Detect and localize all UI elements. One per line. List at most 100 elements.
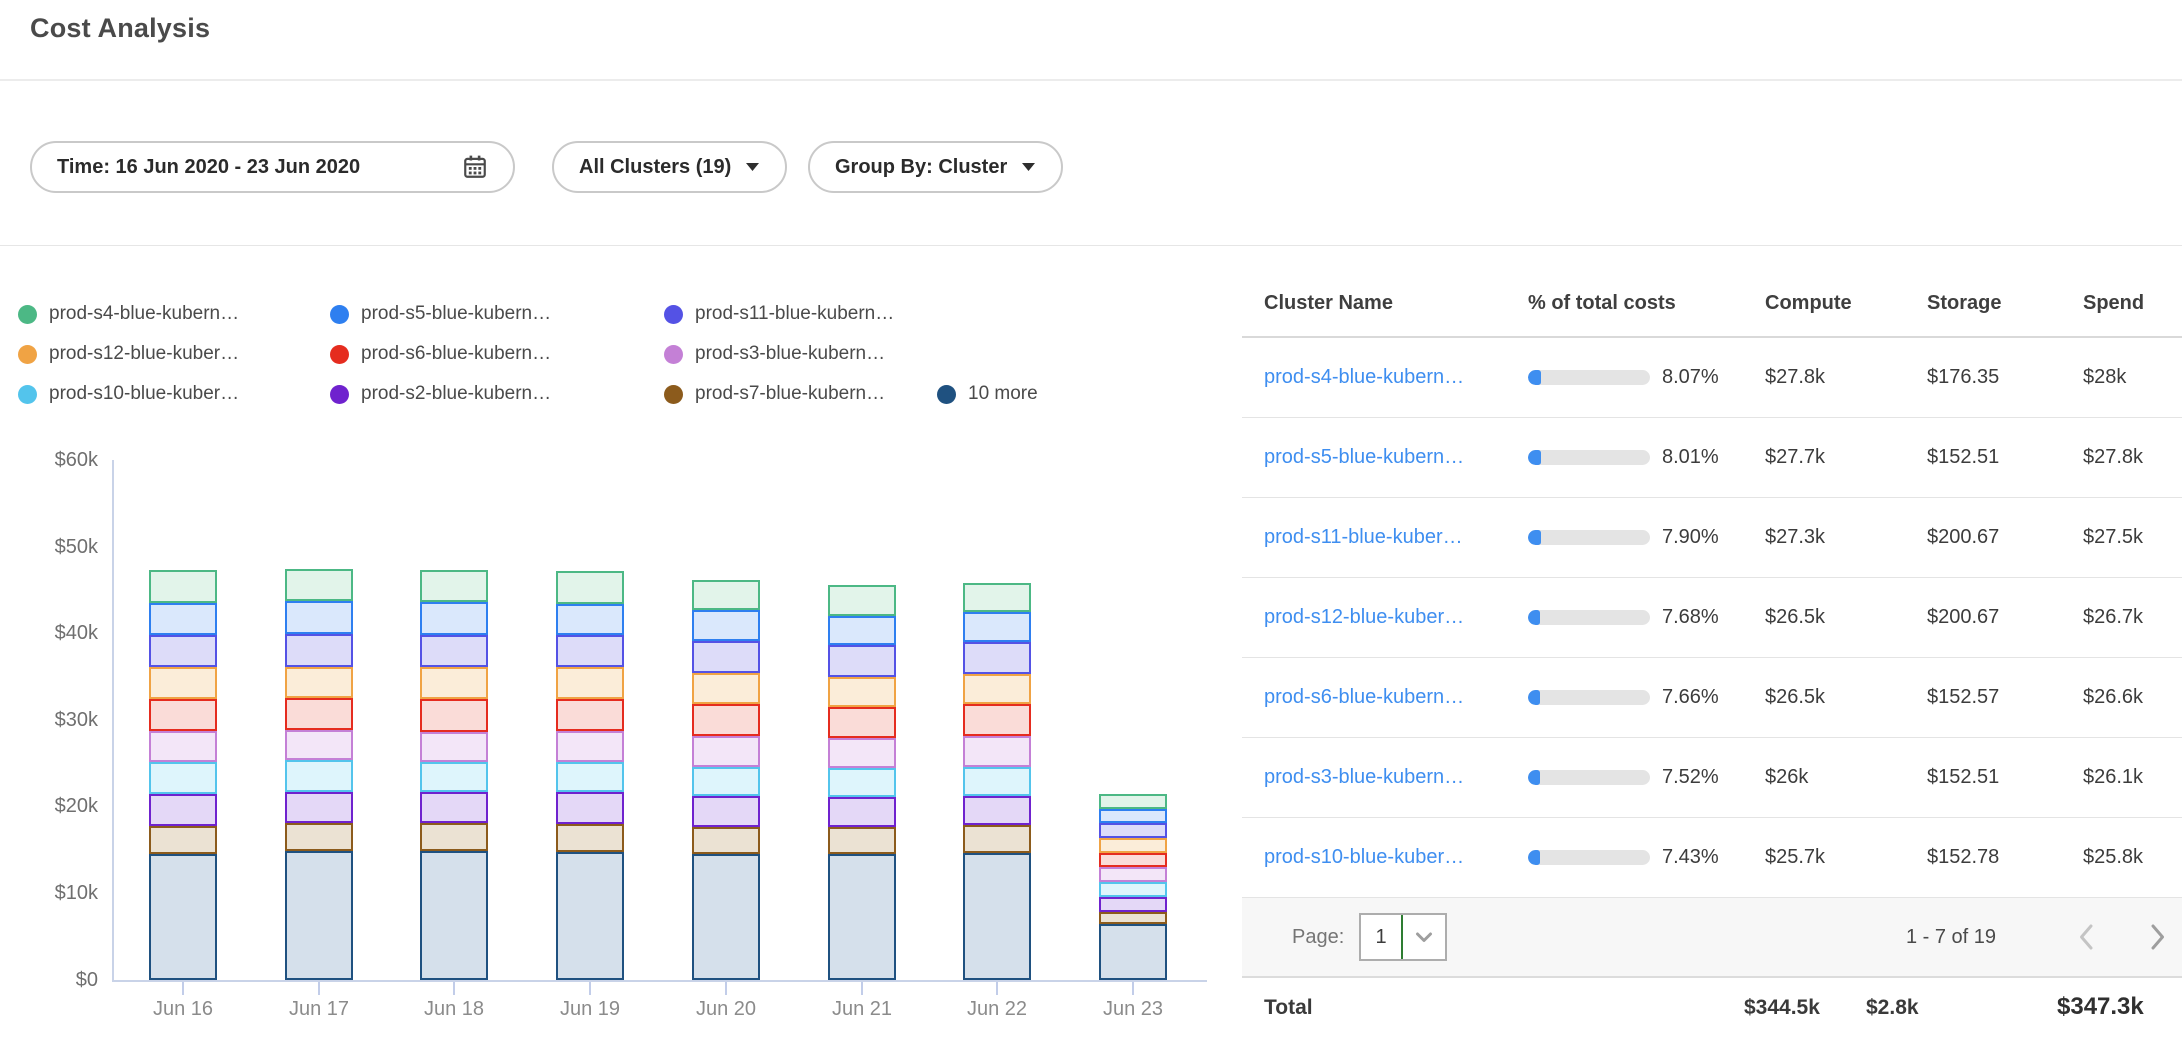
bar-segment[interactable] [828, 645, 896, 677]
bar-segment[interactable] [692, 796, 760, 826]
bar-segment[interactable] [149, 794, 217, 826]
bar-segment[interactable] [285, 823, 353, 851]
bar-segment[interactable] [556, 667, 624, 699]
bar-segment[interactable] [556, 699, 624, 730]
bar-segment[interactable] [963, 583, 1031, 612]
bar-segment[interactable] [420, 635, 488, 667]
bar-segment[interactable] [828, 827, 896, 855]
bar-segment[interactable] [692, 610, 760, 641]
legend-item[interactable]: prod-s12-blue-kuber… [18, 343, 330, 365]
legend-item[interactable]: prod-s3-blue-kubern… [664, 343, 937, 365]
bar-segment[interactable] [828, 738, 896, 768]
bar-segment[interactable] [1099, 897, 1167, 912]
bar-segment[interactable] [692, 673, 760, 704]
legend-item[interactable]: prod-s4-blue-kubern… [18, 303, 330, 325]
bar-segment[interactable] [285, 634, 353, 667]
bar-segment[interactable] [692, 641, 760, 672]
bar-segment[interactable] [828, 854, 896, 980]
bar-segment[interactable] [963, 642, 1031, 674]
next-page-button[interactable] [2150, 898, 2166, 976]
bar-segment[interactable] [1099, 853, 1167, 868]
page-select[interactable]: 1 [1359, 913, 1447, 961]
bar-segment[interactable] [963, 853, 1031, 980]
bar-segment[interactable] [1099, 838, 1167, 853]
bar-segment[interactable] [963, 825, 1031, 853]
bar-segment[interactable] [828, 797, 896, 826]
bar-segment[interactable] [1099, 912, 1167, 924]
bar-segment[interactable] [692, 736, 760, 767]
bar-segment[interactable] [963, 736, 1031, 767]
bar-segment[interactable] [828, 677, 896, 707]
cluster-name-link[interactable]: prod-s10-blue-kuber… [1264, 846, 1528, 869]
bar-segment[interactable] [285, 601, 353, 634]
cluster-name-link[interactable]: prod-s11-blue-kuber… [1264, 526, 1528, 549]
bar-segment[interactable] [1099, 867, 1167, 882]
bar-segment[interactable] [556, 792, 624, 824]
cluster-name-link[interactable]: prod-s6-blue-kubern… [1264, 686, 1528, 709]
bar-segment[interactable] [285, 760, 353, 792]
bar-segment[interactable] [556, 731, 624, 762]
cluster-name-link[interactable]: prod-s3-blue-kubern… [1264, 766, 1528, 789]
bar-segment[interactable] [420, 823, 488, 851]
legend-item[interactable]: prod-s10-blue-kuber… [18, 383, 330, 405]
bar-segment[interactable] [285, 851, 353, 980]
bar-segment[interactable] [692, 704, 760, 736]
cluster-name-link[interactable]: prod-s5-blue-kubern… [1264, 446, 1528, 469]
group-by-filter[interactable]: Group By: Cluster [808, 141, 1063, 193]
bar-segment[interactable] [1099, 924, 1167, 980]
bar-segment[interactable] [692, 827, 760, 855]
bar-segment[interactable] [692, 580, 760, 610]
bar-segment[interactable] [1099, 809, 1167, 824]
bar-segment[interactable] [149, 699, 217, 731]
bar-segment[interactable] [556, 852, 624, 980]
bar-segment[interactable] [285, 569, 353, 601]
bar-segment[interactable] [420, 699, 488, 731]
bar-segment[interactable] [420, 570, 488, 602]
bar-segment[interactable] [692, 854, 760, 980]
bar-segment[interactable] [149, 854, 217, 980]
bar-segment[interactable] [556, 635, 624, 667]
bar-segment[interactable] [556, 604, 624, 635]
bar-segment[interactable] [149, 603, 217, 636]
bar-segment[interactable] [963, 704, 1031, 736]
bar-segment[interactable] [963, 674, 1031, 703]
bar-segment[interactable] [828, 585, 896, 615]
legend-item[interactable]: 10 more [937, 383, 1038, 405]
bar-segment[interactable] [963, 767, 1031, 796]
bar-segment[interactable] [556, 571, 624, 604]
bar-segment[interactable] [1099, 794, 1167, 809]
bar-segment[interactable] [420, 762, 488, 792]
bar-segment[interactable] [285, 730, 353, 760]
previous-page-button[interactable] [2078, 898, 2094, 976]
cluster-name-link[interactable]: prod-s12-blue-kuber… [1264, 606, 1528, 629]
clusters-filter[interactable]: All Clusters (19) [552, 141, 787, 193]
bar-segment[interactable] [149, 570, 217, 603]
bar-segment[interactable] [420, 792, 488, 823]
legend-item[interactable]: prod-s6-blue-kubern… [330, 343, 664, 365]
bar-segment[interactable] [149, 635, 217, 666]
bar-segment[interactable] [828, 707, 896, 737]
legend-item[interactable]: prod-s7-blue-kubern… [664, 383, 937, 405]
legend-item[interactable]: prod-s5-blue-kubern… [330, 303, 664, 325]
bar-segment[interactable] [420, 732, 488, 762]
bar-segment[interactable] [149, 762, 217, 794]
bar-segment[interactable] [420, 602, 488, 635]
bar-segment[interactable] [149, 826, 217, 855]
bar-segment[interactable] [1099, 823, 1167, 838]
time-range-filter[interactable]: Time: 16 Jun 2020 - 23 Jun 2020 [30, 141, 515, 193]
bar-segment[interactable] [285, 667, 353, 698]
bar-segment[interactable] [828, 616, 896, 645]
legend-item[interactable]: prod-s11-blue-kubern… [664, 303, 937, 325]
legend-item[interactable]: prod-s2-blue-kubern… [330, 383, 664, 405]
bar-segment[interactable] [963, 796, 1031, 825]
bar-segment[interactable] [963, 612, 1031, 642]
bar-segment[interactable] [828, 768, 896, 797]
cluster-name-link[interactable]: prod-s4-blue-kubern… [1264, 366, 1528, 389]
bar-segment[interactable] [692, 767, 760, 796]
bar-segment[interactable] [556, 824, 624, 852]
bar-segment[interactable] [285, 698, 353, 730]
bar-segment[interactable] [149, 731, 217, 762]
bar-segment[interactable] [149, 667, 217, 699]
bar-segment[interactable] [1099, 882, 1167, 897]
bar-segment[interactable] [556, 762, 624, 792]
